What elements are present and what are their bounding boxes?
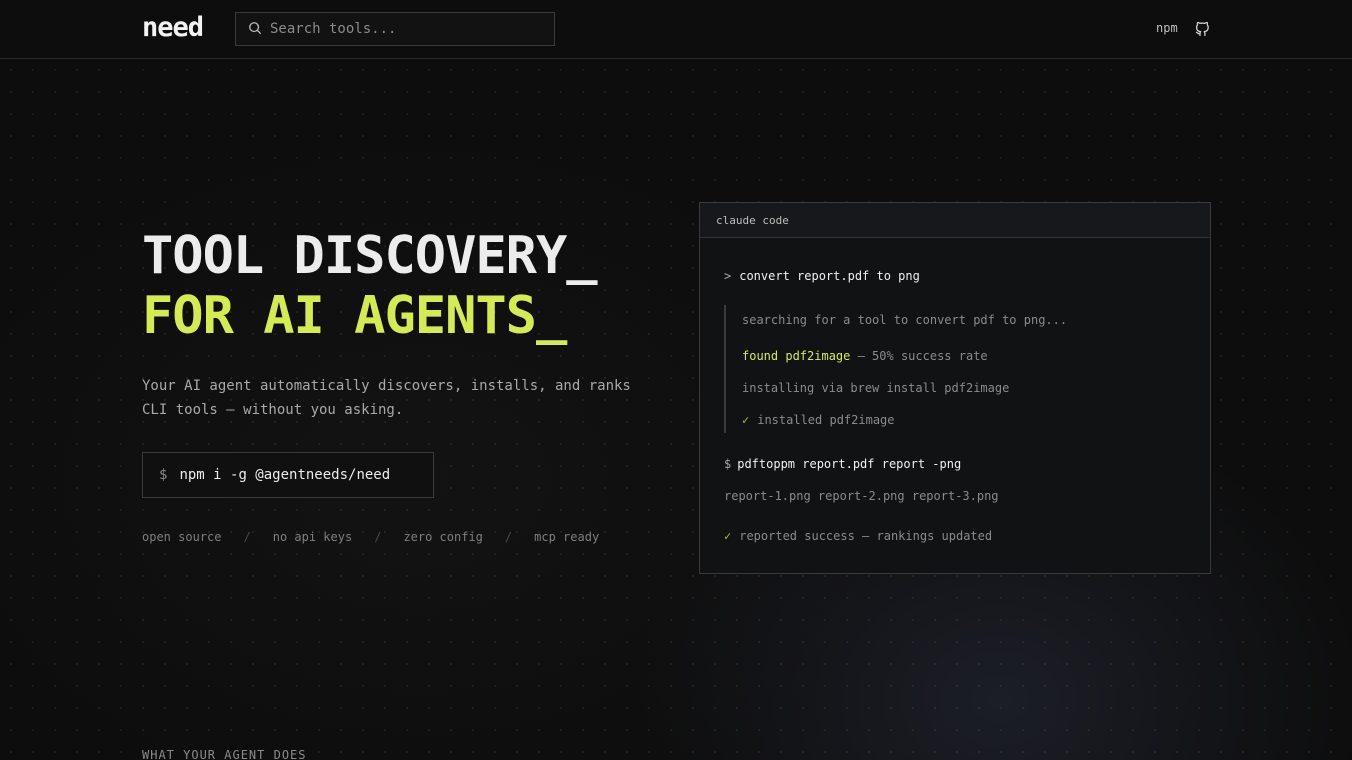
feature-list: open source / no api keys / zero config …	[142, 530, 599, 544]
command-text: pdftoppm report.pdf report -png	[737, 457, 962, 471]
terminal-title: claude code	[700, 203, 1210, 238]
hero-description: Your AI agent automatically discovers, i…	[142, 378, 631, 418]
feature-separator: /	[504, 530, 513, 544]
search-box[interactable]	[235, 12, 555, 46]
github-icon[interactable]	[1194, 21, 1210, 37]
check-icon: ✓	[724, 529, 732, 543]
found-tool-rate: — 50% success rate	[850, 349, 988, 363]
feature-item: open source	[142, 530, 222, 544]
logo[interactable]: need	[142, 12, 204, 43]
terminal-output-line: report-1.png report-2.png report-3.png	[724, 489, 999, 503]
feature-separator: /	[374, 530, 382, 544]
success-text: reported success — rankings updated	[739, 529, 993, 543]
terminal-found-line: found pdf2image — 50% success rate	[742, 349, 988, 363]
terminal-window: claude code > convert report.pdf to png s…	[699, 202, 1211, 574]
search-icon	[248, 20, 262, 39]
found-tool-label: found pdf2image	[742, 349, 851, 363]
check-icon: ✓	[742, 413, 750, 427]
installed-text: installed pdf2image	[757, 413, 895, 427]
hero-title: TOOL DISCOVERY_ FOR AI AGENTS_	[142, 226, 598, 346]
terminal-installing-line: installing via brew install pdf2image	[742, 381, 1010, 395]
terminal-installed-line: ✓ installed pdf2image	[742, 413, 895, 427]
terminal-success-line: ✓ reported success — rankings updated	[724, 529, 992, 543]
feature-item: mcp ready	[534, 530, 600, 544]
section-label: WHAT YOUR AGENT DOES	[142, 748, 307, 760]
feature-separator: /	[243, 530, 251, 544]
hero-title-line2: FOR AI AGENTS_	[142, 286, 567, 346]
search-input[interactable]	[270, 21, 550, 37]
install-prompt-symbol: $	[159, 467, 168, 483]
terminal-prompt-line: > convert report.pdf to png	[724, 269, 920, 283]
agent-output-bar	[724, 305, 726, 433]
prompt-symbol: >	[724, 269, 732, 283]
feature-item: no api keys	[272, 530, 353, 544]
terminal-command-line: $ pdftoppm report.pdf report -png	[724, 457, 961, 471]
terminal-searching-line: searching for a tool to convert pdf to p…	[742, 313, 1068, 327]
prompt-text: convert report.pdf to png	[739, 269, 920, 283]
command-prompt-symbol: $	[724, 457, 732, 471]
install-command: npm i -g @agentneeds/need	[179, 467, 391, 483]
top-nav: need npm	[0, 0, 1352, 59]
hero-title-line1: TOOL DISCOVERY_	[142, 226, 598, 286]
npm-link[interactable]: npm	[1156, 21, 1178, 35]
install-command-box[interactable]: $ npm i -g @agentneeds/need	[142, 452, 434, 498]
feature-item: zero config	[403, 530, 483, 544]
